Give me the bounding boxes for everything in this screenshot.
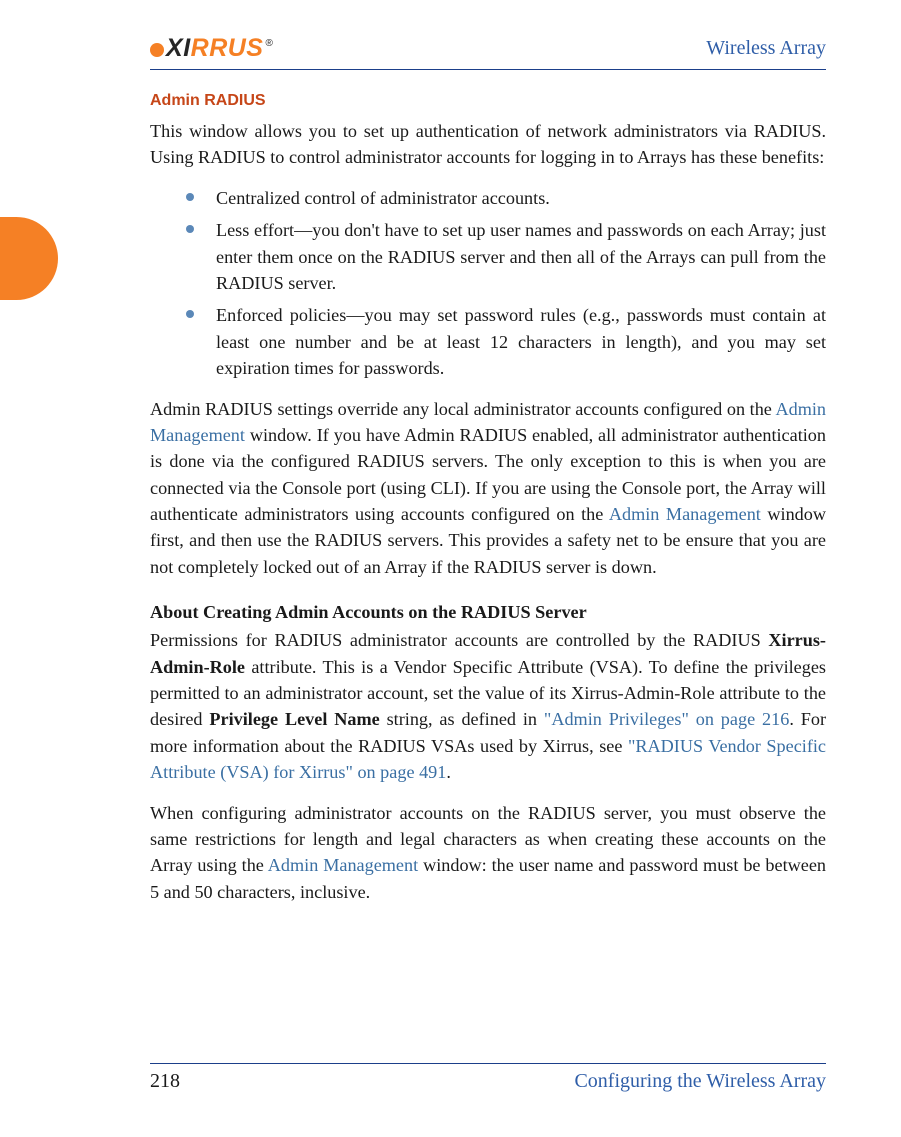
- text-fragment: Permissions for RADIUS administrator acc…: [150, 630, 768, 650]
- logo-text-i: I: [183, 34, 190, 63]
- list-item: Less effort—you don't have to set up use…: [186, 217, 826, 296]
- logo-text-rrus: RRUS: [191, 34, 264, 63]
- text-fragment: string, as defined in: [380, 709, 544, 729]
- admin-management-link[interactable]: Admin Management: [268, 855, 418, 875]
- logo-text-x: X: [166, 34, 183, 63]
- sub-heading: About Creating Admin Accounts on the RAD…: [150, 602, 826, 623]
- admin-privileges-link[interactable]: "Admin Privileges" on page 216: [544, 709, 789, 729]
- logo-dot-icon: [150, 43, 164, 57]
- page-number: 218: [150, 1070, 180, 1093]
- restrictions-paragraph: When configuring administrator accounts …: [150, 800, 826, 906]
- page-header: X I RRUS ® Wireless Array: [150, 34, 826, 70]
- document-page: X I RRUS ® Wireless Array Admin RADIUS T…: [0, 0, 901, 1137]
- privilege-level-name: Privilege Level Name: [209, 709, 379, 729]
- brand-logo: X I RRUS ®: [150, 34, 271, 63]
- list-item: Enforced policies—you may set password r…: [186, 302, 826, 381]
- intro-paragraph: This window allows you to set up authent…: [150, 118, 826, 171]
- page-footer: 218 Configuring the Wireless Array: [150, 1063, 826, 1093]
- registered-mark-icon: ®: [265, 38, 273, 49]
- override-paragraph: Admin RADIUS settings override any local…: [150, 396, 826, 581]
- radius-attribute-paragraph: Permissions for RADIUS administrator acc…: [150, 627, 826, 785]
- admin-management-link[interactable]: Admin Management: [609, 504, 761, 524]
- text-fragment: .: [446, 762, 451, 782]
- header-product-title: Wireless Array: [706, 37, 826, 60]
- text-fragment: Admin RADIUS settings override any local…: [150, 399, 775, 419]
- benefits-list: Centralized control of administrator acc…: [186, 185, 826, 382]
- list-item: Centralized control of administrator acc…: [186, 185, 826, 211]
- section-heading: Admin RADIUS: [150, 92, 826, 110]
- footer-section-title: Configuring the Wireless Array: [574, 1070, 826, 1093]
